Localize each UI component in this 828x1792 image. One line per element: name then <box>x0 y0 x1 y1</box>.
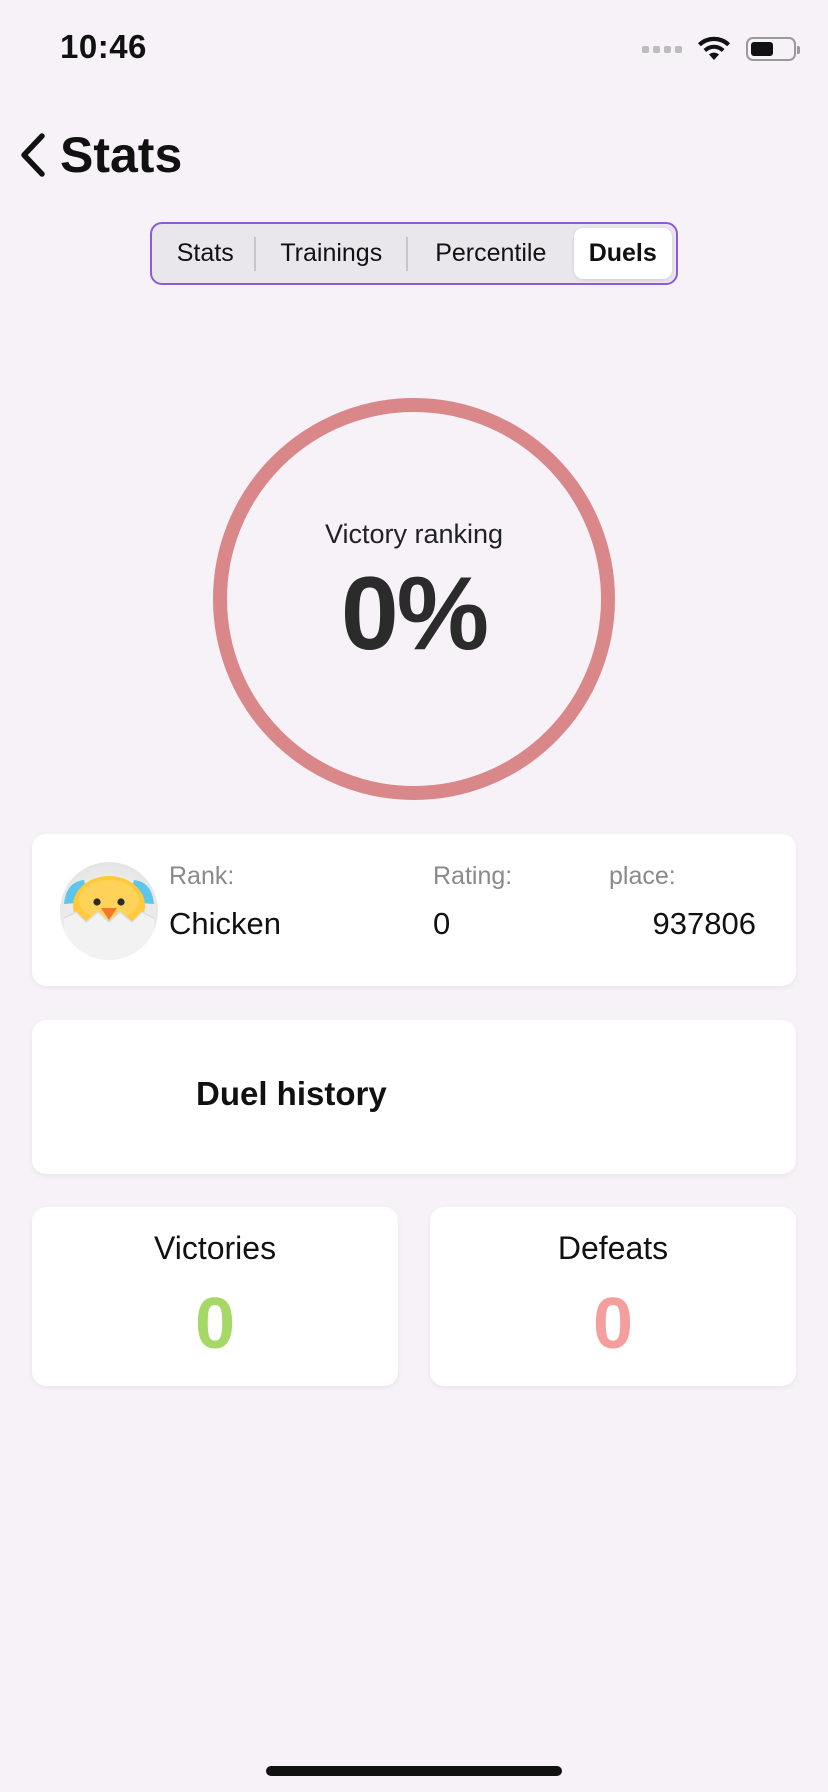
victory-ranking-value: 0% <box>340 556 489 672</box>
defeats-value: 0 <box>592 1284 634 1364</box>
rank-card: Rank: Chicken Rating: 0 place: 937806 <box>32 834 796 986</box>
back-chevron-icon[interactable] <box>14 130 54 180</box>
defeats-label: Defeats <box>557 1230 669 1266</box>
cellular-signal-icon <box>642 45 682 53</box>
place-label: place: <box>609 862 676 890</box>
status-time: 10:46 <box>60 28 147 65</box>
rank-label: Rank: <box>169 862 235 890</box>
tab-trainings[interactable]: Trainings <box>256 228 406 279</box>
victories-value: 0 <box>194 1284 236 1364</box>
duels-stats-screen: 10:46 Stats Stats Trainings Percentile D… <box>0 0 828 1792</box>
tab-duels[interactable]: Duels <box>573 228 672 279</box>
rating-value: 0 <box>433 906 451 941</box>
battery-icon <box>746 37 800 61</box>
victory-ranking-ring: Victory ranking 0% <box>212 397 616 801</box>
victory-ranking-label: Victory ranking <box>324 519 504 549</box>
home-indicator <box>266 1766 562 1776</box>
wifi-icon <box>698 36 730 60</box>
defeats-card: Defeats 0 <box>430 1207 796 1386</box>
rating-label: Rating: <box>433 862 513 890</box>
place-value: 937806 <box>652 906 756 941</box>
rank-value: Chicken <box>169 906 281 941</box>
stats-segmented-control: Stats Trainings Percentile Duels <box>150 222 678 285</box>
duel-history-label: Duel history <box>196 1075 387 1112</box>
tab-percentile[interactable]: Percentile <box>408 228 573 279</box>
victories-label: Victories <box>153 1230 277 1266</box>
page-title: Stats <box>60 127 183 183</box>
tab-stats[interactable]: Stats <box>156 228 254 279</box>
status-icons <box>642 36 800 62</box>
duel-history-button[interactable]: Duel history <box>32 1020 796 1174</box>
hatching-chick-icon <box>60 862 158 960</box>
victories-card: Victories 0 <box>32 1207 398 1386</box>
